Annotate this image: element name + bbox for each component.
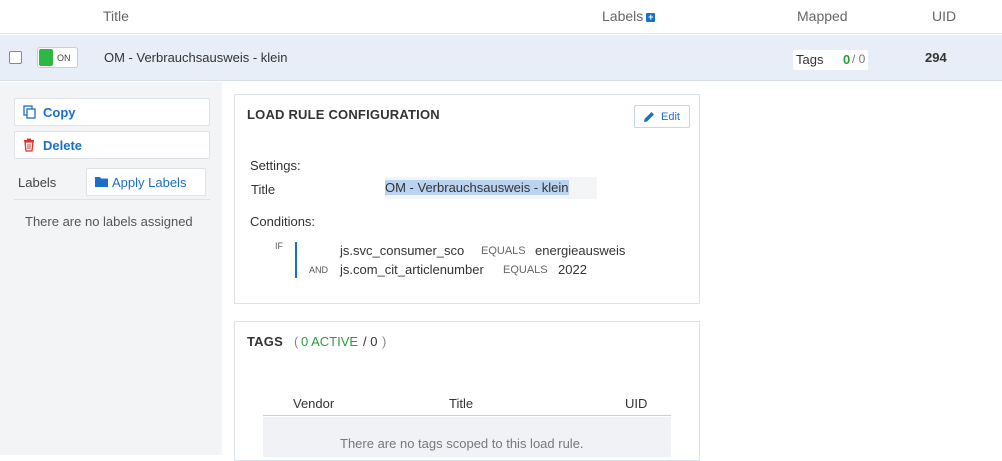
condition-1-variable: js.svc_consumer_sco — [340, 243, 465, 258]
condition-1-value: energieausweis — [535, 243, 626, 258]
tags-close-paren: ) — [382, 334, 387, 349]
labels-divider — [14, 199, 210, 200]
toggle-knob — [39, 49, 53, 66]
condition-group-bar — [295, 242, 297, 278]
delete-button[interactable]: Delete — [14, 131, 210, 159]
pencil-icon — [643, 111, 655, 126]
settings-heading: Settings: — [250, 158, 301, 173]
tags-badge-label: Tags — [796, 52, 824, 67]
column-labels-label: Labels — [602, 8, 644, 24]
condition-1-operator: EQUALS — [481, 245, 526, 257]
folder-icon — [95, 175, 108, 190]
tags-badge-total: / 0 — [852, 52, 866, 66]
tags-open-paren: ( — [294, 334, 299, 349]
column-mapped: Mapped — [797, 8, 848, 24]
column-title: Title — [103, 8, 129, 24]
if-label: IF — [275, 241, 283, 251]
apply-labels-label: Apply Labels — [112, 175, 187, 190]
trash-icon — [23, 138, 35, 155]
edit-button[interactable]: Edit — [634, 105, 690, 128]
actions-panel: Copy Delete Labels Apply Labels There ar… — [0, 82, 222, 455]
conditions-heading: Conditions: — [250, 214, 316, 229]
title-field-value[interactable]: OM - Verbrauchsausweis - klein — [385, 177, 597, 199]
edit-label: Edit — [661, 111, 680, 123]
load-rule-config-heading: LOAD RULE CONFIGURATION — [247, 107, 440, 122]
status-toggle[interactable]: ON — [37, 47, 78, 68]
tags-column-uid: UID — [625, 396, 648, 411]
copy-icon — [23, 105, 36, 122]
tags-badge-active: 0 — [843, 52, 851, 67]
tags-table-header: Vendor Title UID — [263, 395, 671, 416]
row-checkbox[interactable] — [9, 51, 22, 64]
apply-labels-button[interactable]: Apply Labels — [86, 168, 206, 196]
tags-count-badge: Tags 0 / 0 — [793, 50, 868, 70]
tags-active-count: 0 ACTIVE — [301, 334, 359, 349]
copy-button[interactable]: Copy — [14, 98, 210, 126]
table-header: Title Labels + Mapped UID — [0, 0, 1002, 34]
tags-column-title: Title — [449, 396, 474, 411]
tags-heading: TAGS — [247, 334, 283, 349]
tags-table-body: There are no tags scoped to this load ru… — [263, 417, 671, 457]
condition-2-variable: js.com_cit_articlenumber — [340, 262, 484, 277]
tags-column-vendor: Vendor — [293, 396, 335, 411]
load-rule-config-card: LOAD RULE CONFIGURATION Edit Settings: T… — [234, 94, 700, 304]
title-field-text: OM - Verbrauchsausweis - klein — [385, 180, 569, 195]
toggle-label: ON — [57, 53, 71, 63]
copy-label: Copy — [43, 105, 76, 120]
column-uid: UID — [932, 8, 957, 24]
plus-icon[interactable]: + — [646, 13, 656, 22]
and-label: AND — [309, 265, 329, 275]
load-rule-row[interactable]: ON OM - Verbrauchsausweis - klein Tags 0… — [0, 35, 1002, 81]
tags-card: TAGS ( 0 ACTIVE / 0 ) Vendor Title UID T… — [234, 321, 700, 461]
delete-label: Delete — [43, 138, 83, 153]
tags-total-count: / 0 — [363, 334, 378, 349]
row-title[interactable]: OM - Verbrauchsausweis - klein — [104, 50, 288, 65]
title-field-label: Title — [251, 182, 276, 197]
condition-2-operator: EQUALS — [503, 264, 548, 276]
tags-empty-message: There are no tags scoped to this load ru… — [340, 436, 584, 451]
row-uid: 294 — [925, 50, 947, 65]
column-labels[interactable]: Labels + — [602, 8, 656, 24]
labels-heading: Labels — [18, 175, 57, 190]
no-labels-message: There are no labels assigned — [25, 214, 193, 229]
condition-2-value: 2022 — [558, 262, 587, 277]
